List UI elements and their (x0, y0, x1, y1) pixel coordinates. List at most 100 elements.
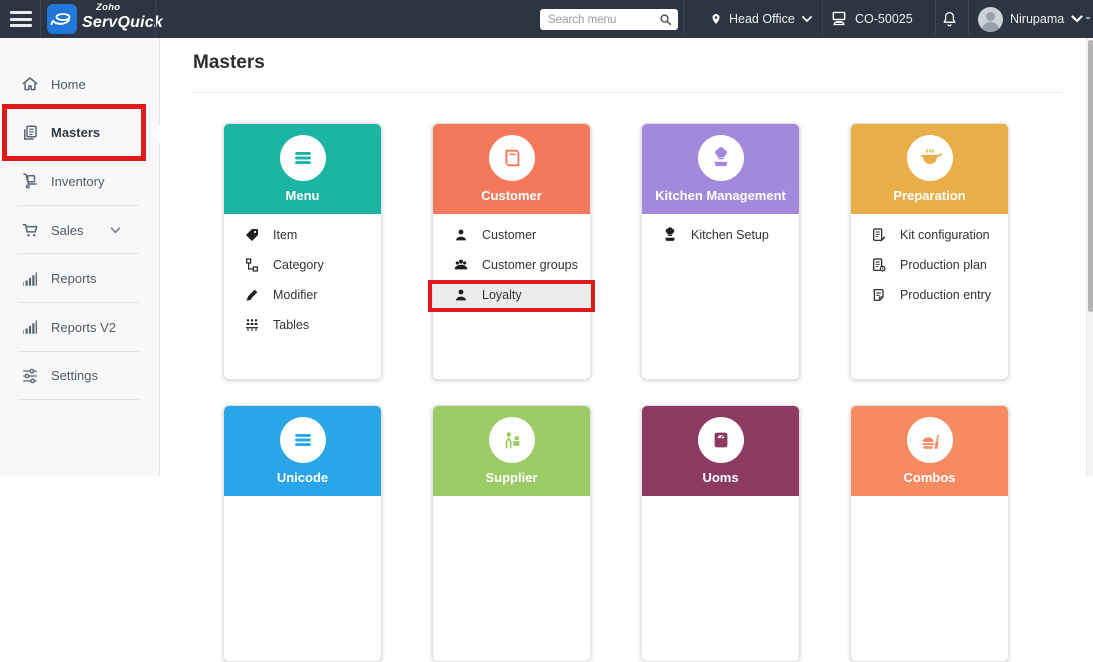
modifier-pen-icon (246, 289, 258, 301)
card-icon-circle (697, 135, 744, 181)
topbar-divider (968, 0, 969, 38)
item-row-production-plan[interactable]: Production plan (851, 250, 1008, 280)
item-label: Production entry (900, 288, 992, 302)
item-row-loyalty[interactable]: Loyalty (433, 280, 590, 310)
card-icon-circle (488, 417, 535, 463)
masters-icon (24, 125, 37, 140)
item-row-kitchen-setup[interactable]: Kitchen Setup (642, 220, 799, 250)
topbar-divider (40, 0, 41, 38)
brand-product: ServQuick (82, 13, 163, 31)
scrollbar-track[interactable] (1086, 38, 1093, 476)
settings-sliders-icon (23, 368, 37, 384)
location-label: Head Office (729, 12, 795, 26)
bell-icon[interactable] (941, 10, 958, 28)
item-row-production-entry[interactable]: Production entry (851, 280, 1008, 310)
chevron-down-icon (1071, 15, 1083, 23)
card-supplier-header[interactable]: Supplier (433, 406, 590, 496)
sidebar-item-reports[interactable]: Reports (0, 254, 159, 303)
card-combos: Combos (850, 405, 1009, 662)
production-plan-icon (873, 258, 886, 272)
card-unicode-header[interactable]: Unicode (224, 406, 381, 496)
card-title: Preparation (893, 188, 966, 203)
inventory-icon (23, 173, 37, 190)
person-icon (456, 289, 466, 301)
item-row-modifier[interactable]: Modifier (224, 280, 381, 310)
sidebar-item-inventory[interactable]: Inventory (0, 157, 159, 206)
card-uoms: Uoms (641, 405, 800, 662)
sidebar-item-settings[interactable]: Settings (0, 352, 159, 401)
tag-icon (246, 229, 258, 241)
home-icon (22, 77, 38, 91)
zoho-servquick-logo[interactable] (47, 4, 77, 34)
chevron-down-icon (110, 227, 121, 234)
card-icon-circle (279, 417, 326, 463)
cooking-pot-icon (920, 149, 942, 164)
title-divider (193, 92, 1062, 93)
item-row-customer-groups[interactable]: Customer groups (433, 250, 590, 280)
card-menu-header[interactable]: Menu (224, 124, 381, 214)
kit-configuration-icon (873, 228, 886, 242)
card-icon-circle (906, 135, 953, 181)
item-label: Customer groups (482, 258, 578, 272)
item-row-kit-configuration[interactable]: Kit configuration (851, 220, 1008, 250)
topbar-divider (935, 0, 936, 38)
card-customer: Customer Customer Customer groups Loyalt… (432, 123, 591, 380)
active-item-notch (152, 124, 161, 144)
topbar-divider (155, 0, 156, 38)
user-menu[interactable]: Nirupama (978, 0, 1083, 38)
sidebar-item-label: Home (51, 76, 86, 92)
item-row-tables[interactable]: Tables (224, 310, 381, 340)
item-label: Loyalty (482, 288, 522, 302)
scale-icon (714, 432, 727, 448)
sidebar-item-label: Inventory (51, 173, 105, 189)
sidebar-item-label: Reports V2 (51, 319, 117, 335)
sales-cart-icon (22, 224, 38, 237)
person-icon (456, 229, 466, 241)
reports-icon (22, 320, 37, 335)
item-label: Customer (482, 228, 537, 242)
terminal-selector[interactable]: CO-50025 (830, 0, 913, 38)
chevron-down-icon (801, 16, 812, 22)
location-pin-icon (712, 14, 720, 24)
user-name: Nirupama (1010, 12, 1065, 26)
sidebar-item-sales[interactable]: Sales (0, 206, 159, 255)
pos-terminal-icon (832, 11, 846, 25)
brand-text: Zoho ServQuick (82, 3, 163, 31)
card-combos-header[interactable]: Combos (851, 406, 1008, 496)
sidebar-item-home[interactable]: Home (0, 60, 159, 109)
card-kitchen-management-header[interactable]: Kitchen Management (642, 124, 799, 214)
production-entry-icon (873, 289, 884, 301)
tables-icon (246, 319, 258, 331)
card-title: Supplier (485, 470, 538, 485)
book-icon (505, 149, 519, 167)
sidebar-item-reports-v2[interactable]: Reports V2 (0, 303, 159, 352)
item-row-category[interactable]: Category (224, 250, 381, 280)
card-uoms-header[interactable]: Uoms (642, 406, 799, 496)
sidebar-item-label: Reports (51, 271, 97, 287)
card-preparation: Preparation Kit configuration Production (850, 123, 1009, 380)
card-title: Unicode (276, 470, 329, 485)
menu-lines-icon (294, 151, 311, 165)
sidebar-item-label: Settings (51, 368, 98, 384)
page-title: Masters (193, 52, 265, 73)
card-customer-header[interactable]: Customer (433, 124, 590, 214)
search-box (540, 9, 678, 30)
item-label: Modifier (273, 288, 318, 302)
sidebar-item-masters[interactable]: Masters (0, 109, 159, 158)
search-icon[interactable] (658, 12, 673, 27)
chef-icon (665, 227, 675, 241)
item-label: Kit configuration (900, 228, 990, 242)
scrollbar-thumb[interactable] (1087, 40, 1093, 312)
card-menu: Menu Item Category Modifier Tables (223, 123, 382, 380)
card-title: Uoms (702, 470, 739, 485)
terminal-label: CO-50025 (855, 12, 913, 26)
location-selector[interactable]: Head Office (710, 0, 812, 38)
combo-food-icon (921, 434, 939, 449)
item-row-customer[interactable]: Customer (433, 220, 590, 250)
hamburger-menu-icon[interactable] (10, 11, 32, 27)
card-preparation-header[interactable]: Preparation (851, 124, 1008, 214)
card-kitchen-management: Kitchen Management Kitchen Setup (641, 123, 800, 380)
item-label: Production plan (900, 258, 987, 272)
item-row-item[interactable]: Item (224, 220, 381, 250)
card-icon-circle (488, 135, 535, 181)
